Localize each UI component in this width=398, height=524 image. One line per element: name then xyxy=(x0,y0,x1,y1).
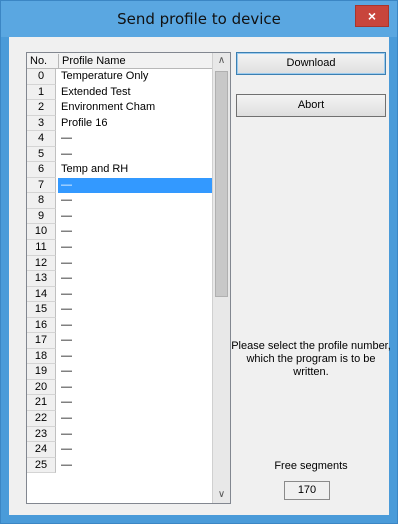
profile-name: — xyxy=(61,209,72,222)
list-item[interactable]: 23 — xyxy=(27,426,213,443)
list-rows: 0 Temperature Only 1 Extended Test 2 Environm… xyxy=(27,69,213,474)
list-item[interactable]: 22 — xyxy=(27,411,213,427)
list-item[interactable]: 15 — xyxy=(27,302,213,318)
instruction-text: Please select the profile number, which … xyxy=(231,340,391,378)
profile-number: 25 xyxy=(27,457,56,474)
profile-number: 6 xyxy=(27,162,56,178)
list-item[interactable]: 4— xyxy=(27,131,213,147)
profile-number: 4 xyxy=(27,131,56,147)
list-item[interactable]: 12 — xyxy=(27,255,213,272)
profile-list[interactable]: No. Profile Name 0 Temperature Only 1 Exten… xyxy=(26,52,231,504)
profile-number: 8 xyxy=(27,193,56,209)
profile-name: — xyxy=(61,241,72,254)
title-bar[interactable]: Send profile to device × xyxy=(1,1,397,37)
chevron-up-icon[interactable]: ∧ xyxy=(213,53,230,69)
profile-number: 5 xyxy=(27,146,56,163)
list-item[interactable]: 8— xyxy=(27,193,213,209)
column-header-profile-name[interactable]: Profile Name xyxy=(58,54,208,68)
list-item[interactable]: 2 Environment Cham xyxy=(27,100,213,116)
scrollbar-thumb[interactable] xyxy=(215,71,228,297)
list-item[interactable]: 21 — xyxy=(27,395,213,412)
list-item[interactable]: 18 — xyxy=(27,348,213,365)
profile-number: 0 xyxy=(27,69,56,85)
list-item[interactable]: 6 Temp and RH xyxy=(27,162,213,178)
close-button[interactable]: × xyxy=(355,5,389,27)
list-item[interactable]: 7— xyxy=(27,177,213,194)
list-item[interactable]: 14 — xyxy=(27,286,213,303)
profile-number: 3 xyxy=(27,115,56,132)
list-item[interactable]: 10 — xyxy=(27,224,213,241)
profile-name: — xyxy=(61,443,72,456)
list-scrollbar[interactable]: ∧ ∨ xyxy=(212,53,230,503)
profile-number: 7 xyxy=(27,177,56,194)
list-header: No. Profile Name xyxy=(27,53,213,69)
abort-button[interactable]: Abort xyxy=(236,94,386,117)
free-segments-label: Free segments xyxy=(274,460,348,472)
window-title: Send profile to device xyxy=(117,10,281,28)
list-item[interactable]: 25 — xyxy=(27,457,213,474)
list-item[interactable]: 19 — xyxy=(27,364,213,380)
list-item[interactable]: 0 Temperature Only xyxy=(27,69,213,85)
list-item[interactable]: 11 — xyxy=(27,240,213,256)
profile-number: 24 xyxy=(27,442,56,458)
profile-name: Profile 16 xyxy=(61,116,108,129)
chevron-down-icon[interactable]: ∨ xyxy=(213,487,230,503)
free-segments-value: 170 xyxy=(284,481,330,500)
profile-name: — xyxy=(61,458,72,471)
list-item[interactable]: 3 Profile 16 xyxy=(27,115,213,132)
profile-number: 12 xyxy=(27,255,56,272)
profile-number: 13 xyxy=(27,271,56,287)
profile-number: 10 xyxy=(27,224,56,241)
list-item[interactable]: 17 — xyxy=(27,333,213,349)
profile-name: — xyxy=(61,132,72,145)
profile-name: — xyxy=(61,365,72,378)
list-item[interactable]: 20 — xyxy=(27,379,213,396)
profile-name: — xyxy=(61,225,72,238)
profile-name: — xyxy=(58,177,213,194)
profile-number: 2 xyxy=(27,100,56,116)
list-item[interactable]: 24 — xyxy=(27,442,213,458)
profile-number: 14 xyxy=(27,286,56,303)
profile-name: — xyxy=(61,303,72,316)
profile-name: Temp and RH xyxy=(61,163,129,176)
profile-number: 18 xyxy=(27,348,56,365)
profile-name: — xyxy=(61,427,72,440)
profile-number: 23 xyxy=(27,426,56,443)
list-item[interactable]: 9— xyxy=(27,208,213,225)
profile-number: 22 xyxy=(27,411,56,427)
profile-number: 19 xyxy=(27,364,56,380)
profile-number: 16 xyxy=(27,317,56,334)
list-item[interactable]: 5— xyxy=(27,146,213,163)
profile-number: 17 xyxy=(27,333,56,349)
profile-name: — xyxy=(61,272,72,285)
profile-name: — xyxy=(61,194,72,207)
profile-number: 20 xyxy=(27,379,56,396)
profile-name: — xyxy=(61,380,72,393)
profile-name: — xyxy=(61,287,72,300)
profile-number: 21 xyxy=(27,395,56,412)
profile-number: 1 xyxy=(27,84,56,101)
column-header-no[interactable]: No. xyxy=(30,54,52,68)
profile-number: 11 xyxy=(27,240,56,256)
profile-number: 9 xyxy=(27,208,56,225)
profile-name: — xyxy=(61,147,72,160)
profile-name: Temperature Only xyxy=(61,70,149,82)
profile-name: — xyxy=(61,396,72,409)
profile-name: — xyxy=(61,349,72,362)
profile-name: — xyxy=(61,256,72,269)
list-item[interactable]: 1 Extended Test xyxy=(27,84,213,101)
profile-name: — xyxy=(61,412,72,425)
list-item[interactable]: 13 — xyxy=(27,271,213,287)
profile-number: 15 xyxy=(27,302,56,318)
profile-name: Extended Test xyxy=(61,85,131,98)
list-item[interactable]: 16 — xyxy=(27,317,213,334)
profile-name: — xyxy=(61,334,72,347)
profile-name: Environment Cham xyxy=(61,101,156,114)
profile-name: — xyxy=(61,318,72,331)
download-button[interactable]: Download xyxy=(236,52,386,75)
